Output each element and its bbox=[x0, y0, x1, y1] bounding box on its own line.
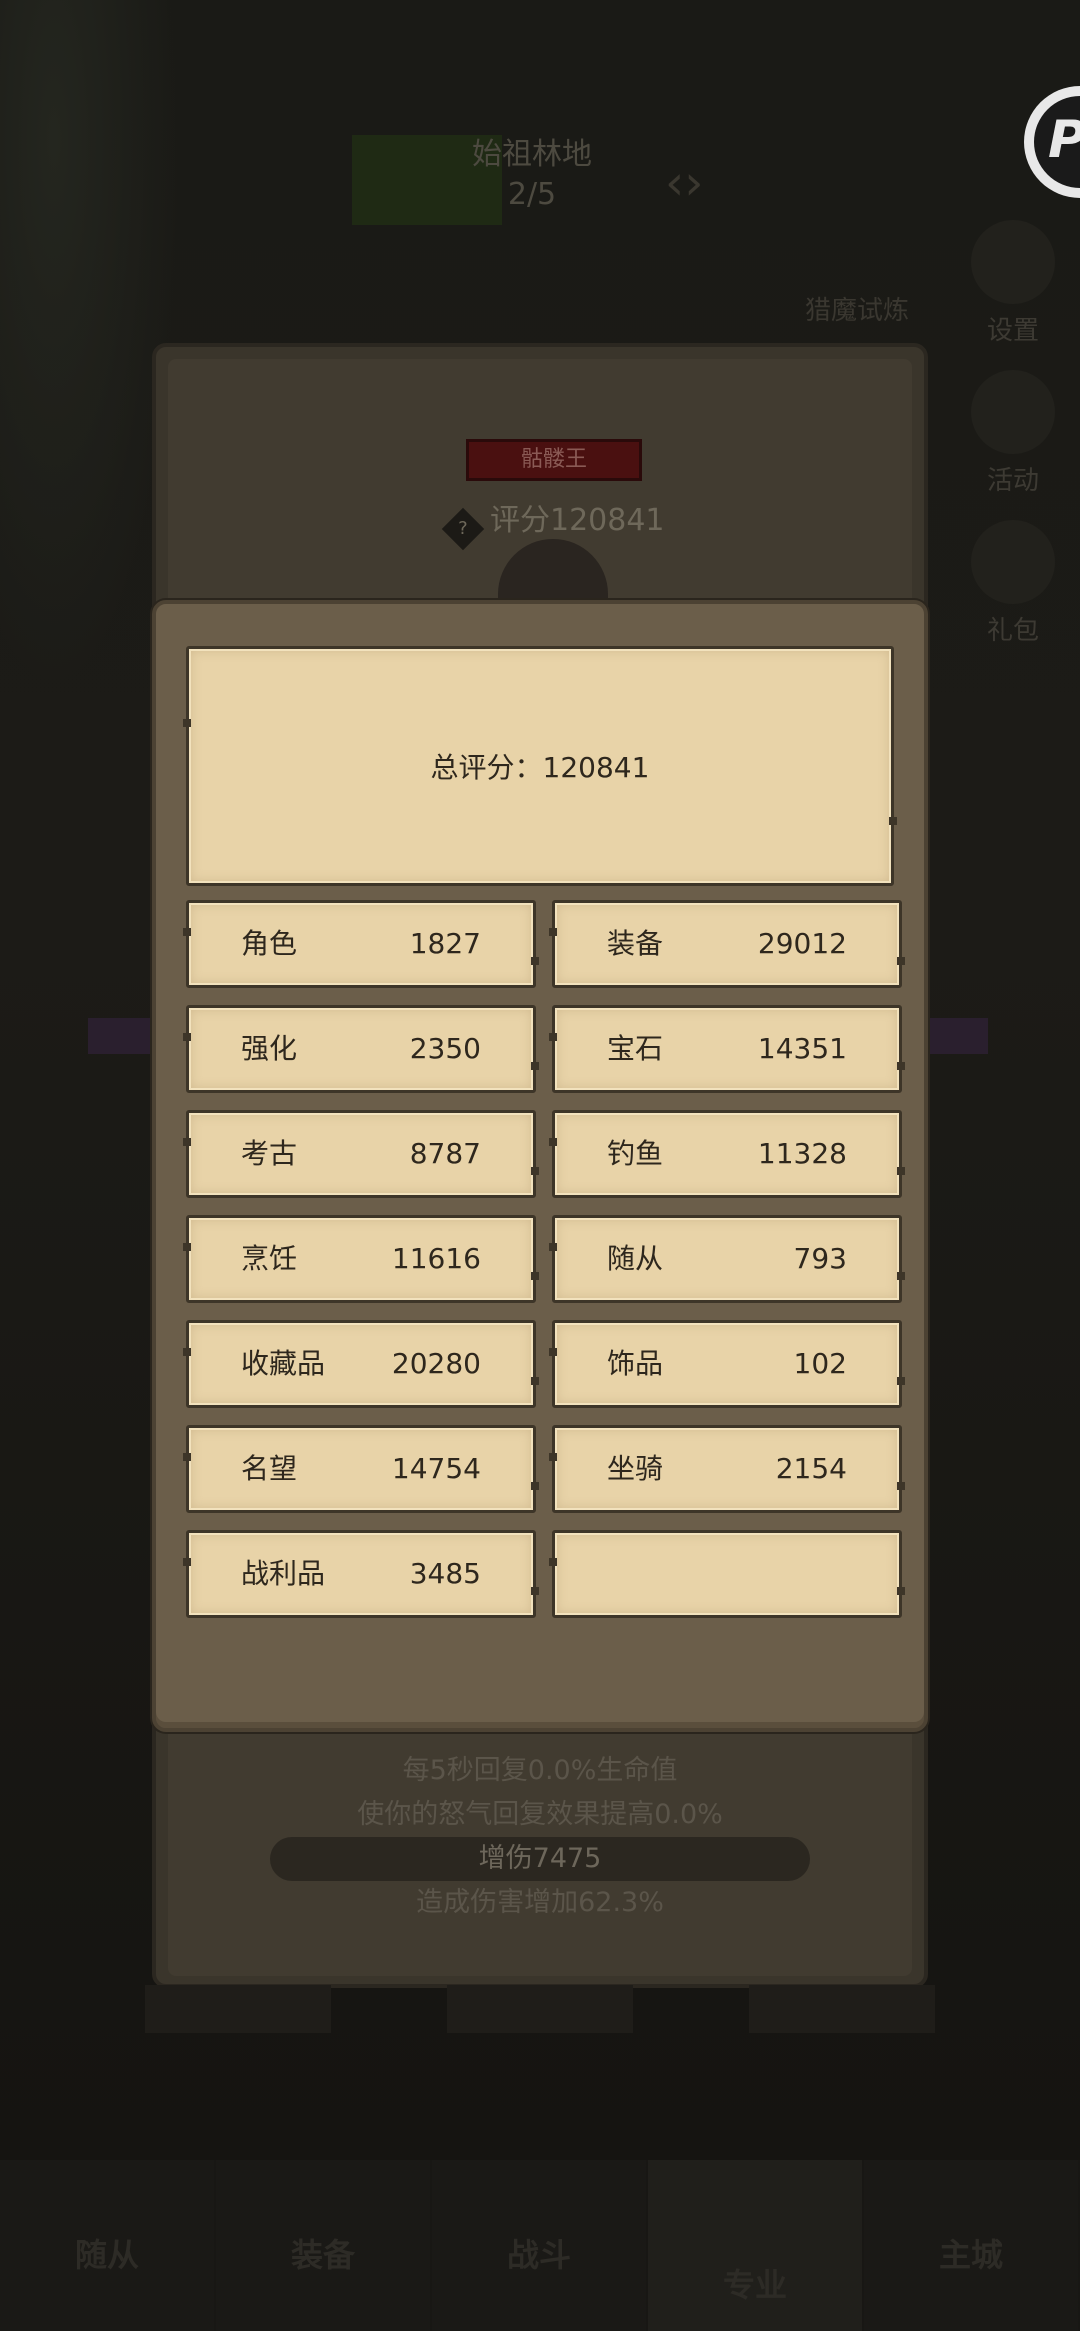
stat-label: 装备 bbox=[607, 927, 664, 960]
stat-card-enhance: 强化 2350 bbox=[183, 1005, 539, 1093]
stat-value: 1827 bbox=[409, 927, 481, 960]
stat-label: 考古 bbox=[241, 1137, 298, 1170]
logo-letter-icon: P bbox=[1048, 110, 1080, 170]
stat-card-cooking: 烹饪 11616 bbox=[183, 1215, 539, 1303]
boss-name-plate: 骷髅王 bbox=[466, 439, 642, 481]
stat-value: 2154 bbox=[775, 1452, 847, 1485]
nav-tab-profession[interactable]: 专业 bbox=[648, 2160, 864, 2331]
stat-label: 角色 bbox=[241, 927, 298, 960]
effect-text: 每5秒回复0.0%生命值 bbox=[402, 1755, 678, 1786]
boss-portrait bbox=[498, 539, 608, 609]
stat-card-accessories: 饰品 102 bbox=[549, 1320, 905, 1408]
trial-label[interactable]: 猎魔试炼 bbox=[805, 290, 909, 327]
stat-value: 3485 bbox=[409, 1557, 481, 1590]
effect-text: 造成伤害增加62.3% bbox=[416, 1887, 664, 1918]
stat-value: 14754 bbox=[391, 1452, 481, 1485]
stat-card-empty bbox=[549, 1530, 905, 1618]
nav-tab-followers[interactable]: 随从 bbox=[0, 2160, 216, 2331]
stat-label: 强化 bbox=[241, 1032, 298, 1065]
stat-card-collectibles: 收藏品 20280 bbox=[183, 1320, 539, 1408]
stat-label: 随从 bbox=[607, 1242, 664, 1275]
stat-card-followers: 随从 793 bbox=[549, 1215, 905, 1303]
gift-icon bbox=[971, 520, 1055, 604]
stat-label: 战利品 bbox=[241, 1557, 326, 1590]
nav-tab-city[interactable]: 主城 bbox=[864, 2160, 1080, 2331]
stat-card-reputation: 名望 14754 bbox=[183, 1425, 539, 1513]
score-line: ? 评分120841 bbox=[441, 495, 665, 551]
stage-arrow-icon[interactable]: ‹› bbox=[665, 155, 703, 211]
event-icon bbox=[971, 370, 1055, 454]
stat-value: 102 bbox=[793, 1347, 847, 1380]
stat-card-loot: 战利品 3485 bbox=[183, 1530, 539, 1618]
help-icon[interactable]: ? bbox=[441, 507, 485, 551]
events-label: 活动 bbox=[986, 466, 1039, 496]
stat-card-character: 角色 1827 bbox=[183, 900, 539, 988]
stat-card-mount: 坐骑 2154 bbox=[549, 1425, 905, 1513]
stat-label: 坐骑 bbox=[607, 1452, 664, 1485]
stat-value: 2350 bbox=[409, 1032, 481, 1065]
panel-action-button[interactable] bbox=[447, 1985, 633, 2033]
effect-text: 使你的怒气回复效果提高0.0% bbox=[357, 1799, 723, 1830]
gift-label: 礼包 bbox=[986, 616, 1039, 646]
stat-value: 11616 bbox=[391, 1242, 481, 1275]
stat-label: 烹饪 bbox=[241, 1242, 298, 1275]
gear-icon bbox=[971, 220, 1055, 304]
stat-label: 宝石 bbox=[607, 1032, 664, 1065]
stage-name: 始祖林地 bbox=[472, 137, 592, 172]
stat-value: 793 bbox=[793, 1242, 847, 1275]
total-score-card: 总评分：120841 bbox=[183, 646, 897, 886]
settings-label: 设置 bbox=[986, 316, 1039, 346]
settings-button[interactable]: 设置 bbox=[958, 220, 1068, 347]
panel-action-buttons bbox=[145, 1985, 935, 2033]
rating-breakdown-modal: 总评分：120841 角色 1827 装备 29012 强化 2350 宝石 1… bbox=[152, 600, 928, 1732]
stage-progress: 2/5 bbox=[507, 177, 557, 212]
panel-action-button[interactable] bbox=[145, 1985, 331, 2033]
stat-label: 钓鱼 bbox=[607, 1137, 664, 1170]
panel-action-button[interactable] bbox=[749, 1985, 935, 2033]
stat-card-equipment: 装备 29012 bbox=[549, 900, 905, 988]
stat-card-gems: 宝石 14351 bbox=[549, 1005, 905, 1093]
bottom-nav: 随从 装备 战斗 专业 主城 bbox=[0, 2160, 1080, 2331]
stat-card-archaeology: 考古 8787 bbox=[183, 1110, 539, 1198]
stat-value: 11328 bbox=[757, 1137, 847, 1170]
gift-button[interactable]: 礼包 bbox=[958, 520, 1068, 647]
stat-value: 14351 bbox=[757, 1032, 847, 1065]
stat-value: 29012 bbox=[757, 927, 847, 960]
stat-value: 8787 bbox=[409, 1137, 481, 1170]
total-score-label: 总评分：120841 bbox=[430, 751, 650, 784]
effect-list: 每5秒回复0.0%生命值 使你的怒气回复效果提高0.0% 增伤7475 造成伤害… bbox=[168, 1749, 912, 1925]
score-label: 评分120841 bbox=[490, 503, 665, 538]
stage-indicator: 始祖林地 2/5 bbox=[352, 135, 712, 225]
stat-card-fishing: 钓鱼 11328 bbox=[549, 1110, 905, 1198]
stat-value: 20280 bbox=[391, 1347, 481, 1380]
stat-label: 名望 bbox=[241, 1452, 298, 1485]
nav-tab-equipment[interactable]: 装备 bbox=[216, 2160, 432, 2331]
nav-tab-battle[interactable]: 战斗 bbox=[432, 2160, 648, 2331]
stat-label: 收藏品 bbox=[241, 1347, 326, 1380]
events-button[interactable]: 活动 bbox=[958, 370, 1068, 497]
stat-label: 饰品 bbox=[607, 1347, 664, 1380]
damage-bonus-pill: 增伤7475 bbox=[270, 1837, 810, 1881]
